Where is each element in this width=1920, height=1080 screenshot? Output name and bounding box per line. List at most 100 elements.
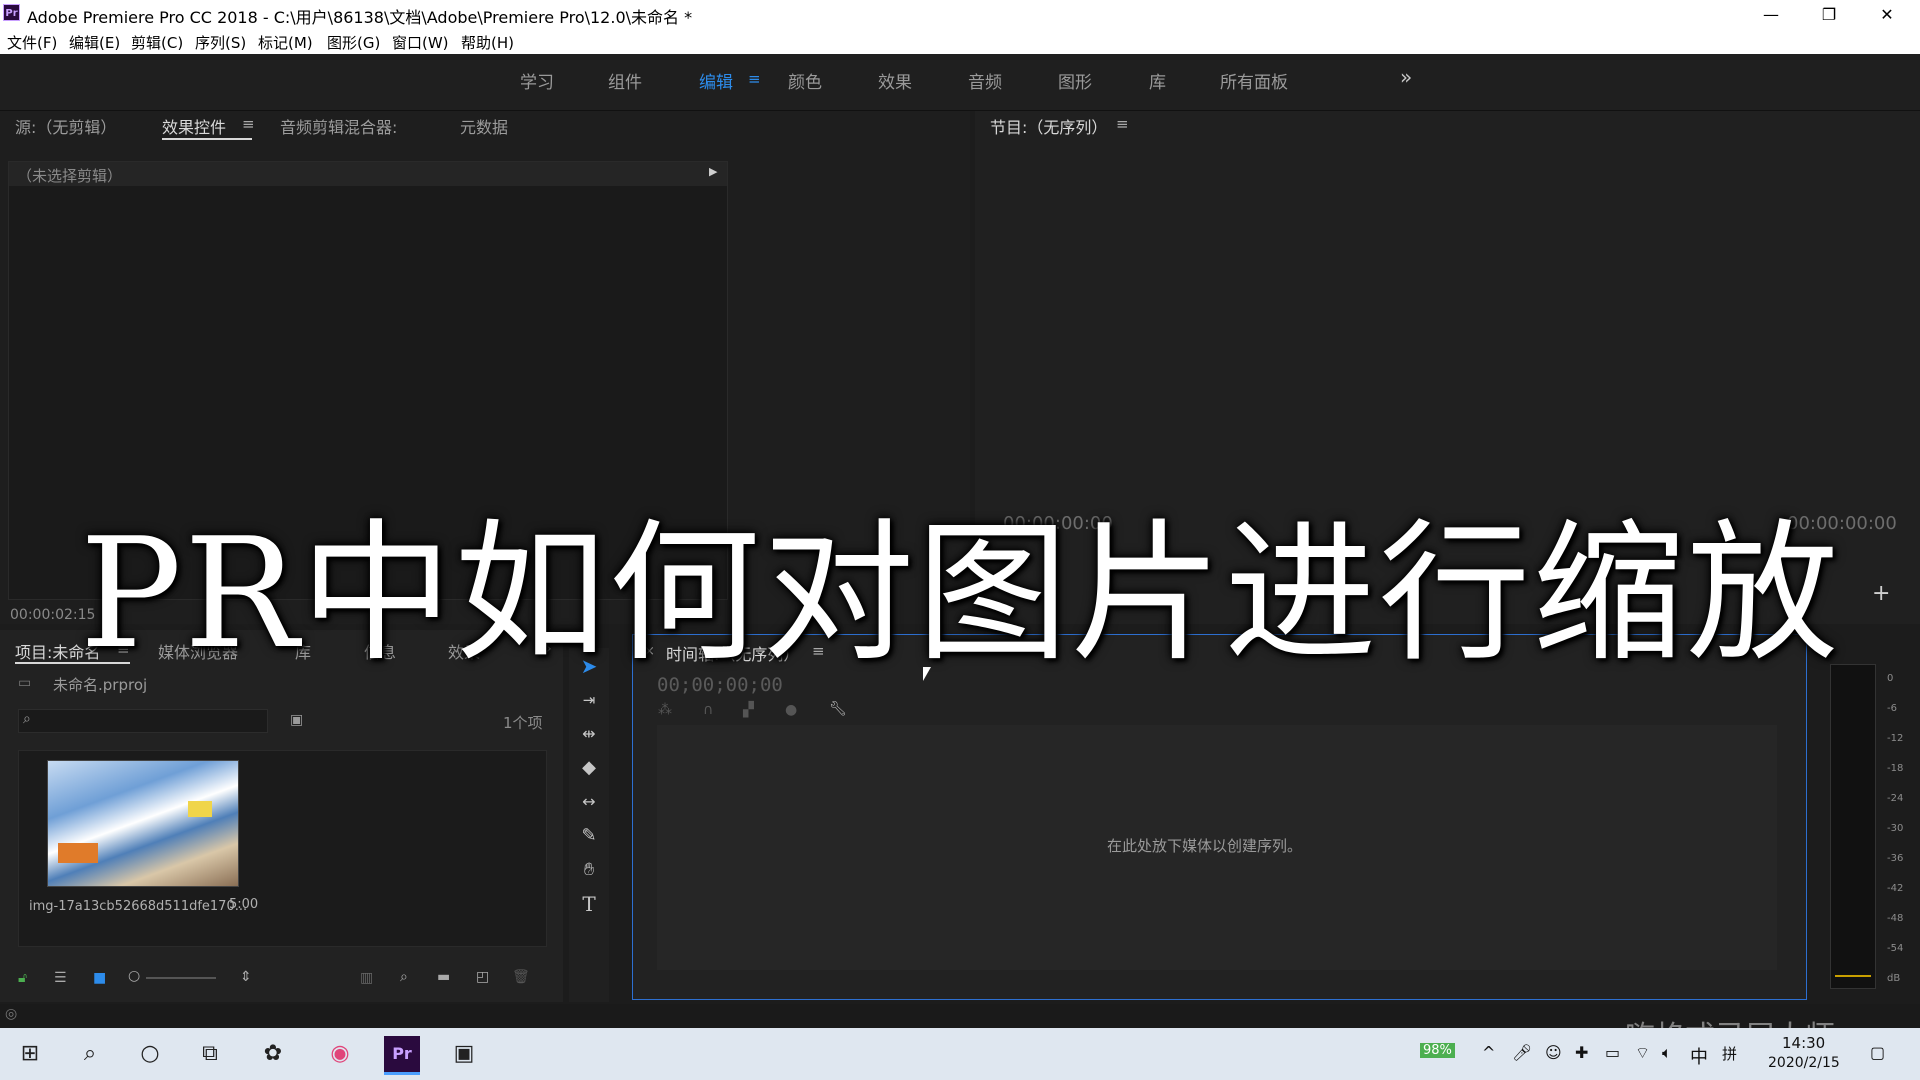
chrome-icon[interactable]: ◉ xyxy=(322,1036,358,1072)
menu-graphics[interactable]: 图形(G) xyxy=(327,32,380,53)
audio-meter-panel: 0 -6 -12 -18 -24 -30 -36 -42 -48 -54 dB xyxy=(1812,648,1920,1002)
find-icon[interactable]: ⌕ xyxy=(400,969,408,985)
premiere-taskbar-icon[interactable]: Pr xyxy=(384,1036,420,1075)
new-bin-icon[interactable]: ▬ xyxy=(437,969,450,985)
wrench-icon[interactable]: 🔧︎ xyxy=(829,701,847,717)
add-marker-icon[interactable]: ● xyxy=(785,702,797,718)
volume-icon[interactable]: 🔈︎ xyxy=(1662,1043,1672,1063)
premiere-app-icon: Pr xyxy=(3,4,20,21)
workspace-tab-color[interactable]: 颜色 xyxy=(788,68,822,93)
clock-time[interactable]: 14:30 xyxy=(1782,1034,1825,1052)
linked-selection-icon[interactable]: ▞ xyxy=(743,702,754,718)
snap-icon[interactable]: ∩ xyxy=(703,702,713,718)
workspace-tab-effects[interactable]: 效果 xyxy=(878,68,912,93)
item-count: 1个项 xyxy=(503,714,543,732)
windows-start-icon[interactable]: ⊞ xyxy=(12,1036,48,1072)
workspace-tab-all-panels[interactable]: 所有面板 xyxy=(1220,68,1288,93)
no-clip-label: （未选择剪辑） xyxy=(17,167,123,185)
project-search-input[interactable]: ⌕ xyxy=(18,709,268,733)
workspace-overflow-icon[interactable]: » xyxy=(1400,65,1412,89)
meter-label-30: -30 xyxy=(1887,823,1904,834)
cortana-icon[interactable]: ○ xyxy=(132,1036,168,1072)
project-media-area: img-17a13cb52668d511dfe170... 5:00 xyxy=(18,750,547,947)
battery-icon[interactable]: ▭ xyxy=(1605,1043,1620,1062)
screen-recorder-icon[interactable]: ▣ xyxy=(446,1036,482,1072)
program-title: 节目:（无序列） xyxy=(990,118,1108,137)
zoom-slider-track[interactable] xyxy=(146,977,216,979)
zoom-slider-knob[interactable]: ○ xyxy=(128,968,140,984)
tools-panel: ➤ ⇥ ⇹ ◆ ↔ ✎ ✋︎ T xyxy=(569,648,609,1002)
list-view-icon[interactable]: ☰ xyxy=(54,970,67,986)
menu-file[interactable]: 文件(F) xyxy=(7,32,57,53)
taskbar-search-icon[interactable]: ⌕ xyxy=(72,1036,108,1072)
program-menu-icon[interactable]: ≡ xyxy=(1116,115,1129,133)
menu-edit[interactable]: 编辑(E) xyxy=(69,32,120,53)
workspace-tab-audio[interactable]: 音频 xyxy=(968,68,1002,93)
workspace-tab-learn[interactable]: 学习 xyxy=(520,68,554,93)
meter-label-12: -12 xyxy=(1887,733,1904,744)
lock-icon[interactable]: 🔓︎ xyxy=(18,970,27,986)
timeline-drop-area[interactable]: 在此处放下媒体以创建序列。 xyxy=(657,725,1777,970)
active-tab-underline xyxy=(162,138,252,140)
restore-button[interactable]: ❐ xyxy=(1800,0,1858,29)
audio-meter-level xyxy=(1835,975,1871,977)
search-icon: ⌕ xyxy=(23,711,31,727)
tray-chevron-icon[interactable]: ^ xyxy=(1482,1043,1495,1062)
menu-help[interactable]: 帮助(H) xyxy=(461,32,514,53)
clip-name: img-17a13cb52668d511dfe170... xyxy=(29,899,248,914)
sort-icon[interactable]: ⇕ xyxy=(240,969,252,985)
new-item-icon[interactable]: ◰ xyxy=(476,969,489,985)
clip-header: （未选择剪辑） ▶ xyxy=(9,162,727,186)
security-icon[interactable]: ✚ xyxy=(1575,1043,1588,1062)
tab-metadata[interactable]: 元数据 xyxy=(460,114,508,138)
slip-tool-icon[interactable]: ↔ xyxy=(575,788,603,816)
pen-tool-icon[interactable]: ✎ xyxy=(575,822,603,850)
ime-indicator[interactable]: 中 xyxy=(1690,1043,1708,1069)
qq-icon[interactable]: ☺ xyxy=(1545,1043,1562,1062)
meter-label-48: -48 xyxy=(1887,913,1904,924)
thumbnail-sign xyxy=(188,801,212,817)
menu-sequence[interactable]: 序列(S) xyxy=(195,32,246,53)
workspace-tab-graphics[interactable]: 图形 xyxy=(1058,68,1092,93)
tab-audio-clip-mixer[interactable]: 音频剪辑混合器: xyxy=(280,114,397,138)
workspace-tab-editing[interactable]: 编辑 xyxy=(699,68,733,93)
microphone-icon[interactable]: 🎤︎ xyxy=(1512,1043,1532,1062)
workspace-tab-assembly[interactable]: 组件 xyxy=(608,68,642,93)
task-view-icon[interactable]: ⧉ xyxy=(192,1036,228,1072)
meter-label-42: -42 xyxy=(1887,883,1904,894)
thumbnail-orange-block xyxy=(58,843,98,863)
workspace-menu-icon[interactable]: ≡ xyxy=(748,70,761,88)
icon-view-icon[interactable]: ■ xyxy=(93,970,106,986)
workspace-bar: 学习 组件 编辑 ≡ 颜色 效果 音频 图形 库 所有面板 » xyxy=(0,54,1920,111)
track-select-tool-icon[interactable]: ⇥ xyxy=(575,686,603,714)
menu-clip[interactable]: 剪辑(C) xyxy=(131,32,183,53)
notification-icon[interactable]: ▢ xyxy=(1870,1043,1885,1062)
clip-thumbnail[interactable] xyxy=(47,760,239,887)
workspace-tab-libraries[interactable]: 库 xyxy=(1149,68,1166,93)
close-button[interactable]: ✕ xyxy=(1858,0,1916,29)
play-triangle-icon[interactable]: ▶ xyxy=(709,165,717,178)
minimize-button[interactable]: — xyxy=(1742,0,1800,29)
ime-mode-indicator[interactable]: 拼 xyxy=(1722,1043,1737,1064)
meter-label-18: -18 xyxy=(1887,763,1904,774)
app-flower-icon[interactable]: ✿ xyxy=(255,1036,291,1072)
trash-icon[interactable]: 🗑︎ xyxy=(512,969,530,985)
battery-indicator[interactable]: 98% xyxy=(1420,1043,1455,1058)
nest-icon[interactable]: ⁂ xyxy=(658,702,672,718)
menu-markers[interactable]: 标记(M) xyxy=(258,32,313,53)
automate-icon[interactable]: ▥ xyxy=(360,970,373,986)
razor-tool-icon[interactable]: ◆ xyxy=(575,754,603,782)
meter-label-db: dB xyxy=(1887,973,1901,984)
effect-controls-menu-icon[interactable]: ≡ xyxy=(242,115,255,133)
tab-effect-controls[interactable]: 效果控件 xyxy=(162,114,226,138)
ripple-edit-tool-icon[interactable]: ⇹ xyxy=(575,720,603,748)
tab-source[interactable]: 源:（无剪辑） xyxy=(15,114,116,138)
title-bar: Pr Adobe Premiere Pro CC 2018 - C:\用户\86… xyxy=(0,0,1920,29)
audio-meter-bar xyxy=(1830,664,1876,989)
hand-tool-icon[interactable]: ✋︎ xyxy=(575,856,603,884)
type-tool-icon[interactable]: T xyxy=(575,890,603,918)
wifi-icon[interactable]: ⌔ xyxy=(1635,1043,1650,1063)
menu-window[interactable]: 窗口(W) xyxy=(392,32,449,53)
bin-filter-icon[interactable]: ▣ xyxy=(290,712,303,728)
clock-date[interactable]: 2020/2/15 xyxy=(1768,1055,1840,1071)
